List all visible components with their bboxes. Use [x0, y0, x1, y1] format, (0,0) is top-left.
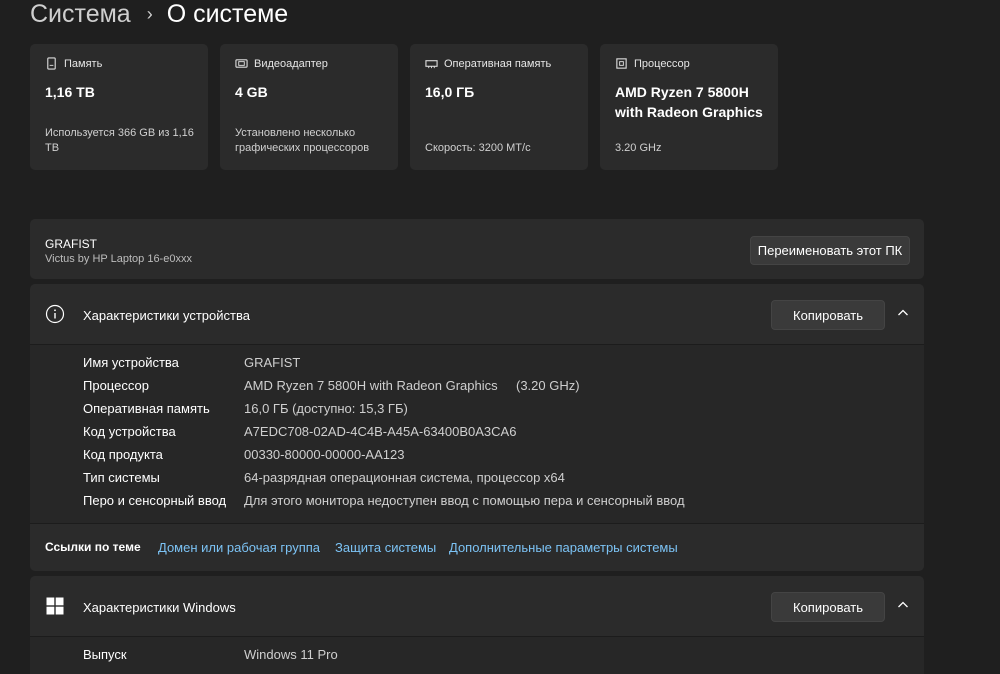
ram-card: Оперативная память 16,0 ГБ Скорость: 320… [410, 44, 588, 170]
windows-logo-icon [46, 597, 64, 615]
spec-value: AMD Ryzen 7 5800H with Radeon Graphics [244, 378, 498, 393]
spec-row: Код устройства A7EDC708-02AD-4C4B-A45A-6… [83, 424, 903, 444]
card-value: AMD Ryzen 7 5800H with Radeon Graphics [615, 84, 763, 120]
chevron-up-icon[interactable] [897, 599, 909, 611]
spec-value: Windows 11 Pro [244, 647, 338, 662]
spec-label: Оперативная память [83, 401, 210, 416]
link-system-protection[interactable]: Защита системы [335, 540, 436, 555]
spec-row: Процессор AMD Ryzen 7 5800H with Radeon … [83, 378, 903, 398]
card-sub: Скорость: 3200 MT/с [425, 142, 531, 154]
copy-windows-specs-button[interactable]: Копировать [771, 592, 885, 622]
breadcrumb-parent[interactable]: Система [30, 1, 131, 27]
spec-extra: (3.20 GHz) [516, 378, 580, 393]
spec-value: A7EDC708-02AD-4C4B-A45A-63400B0A3CA6 [244, 424, 517, 439]
spec-label: Имя устройства [83, 355, 179, 370]
spec-value: Для этого монитора недоступен ввод с пом… [244, 493, 685, 508]
breadcrumb: Система › О системе [30, 0, 288, 34]
card-sub: Используется 366 GB из 1,16 TB [45, 127, 194, 154]
storage-card: Память 1,16 TB Используется 366 GB из 1,… [30, 44, 208, 170]
windows-specs-header[interactable]: Характеристики Windows Копировать [30, 576, 924, 636]
spec-row: Оперативная память 16,0 ГБ (доступно: 15… [83, 401, 903, 421]
spec-label: Перо и сенсорный ввод [83, 493, 227, 508]
spec-row: Перо и сенсорный ввод Для этого монитора… [83, 493, 903, 513]
page-title: О системе [166, 0, 289, 28]
card-value: 4 GB [235, 84, 268, 100]
storage-icon [47, 57, 56, 70]
spec-row: Имя устройства GRAFIST [83, 355, 903, 375]
about-system-page: Система › О системе Память 1,16 TB Испол… [0, 0, 1000, 674]
card-title: Память [64, 57, 103, 70]
spec-label: Тип системы [83, 470, 160, 485]
spec-label: Процессор [83, 378, 149, 393]
section-title: Характеристики Windows [83, 600, 236, 615]
card-sub: 3.20 GHz [615, 142, 662, 154]
breadcrumb-separator: › [146, 4, 153, 24]
spec-row: Код продукта 00330-80000-00000-AA123 [83, 447, 903, 467]
related-links-title: Ссылки по теме [45, 540, 141, 554]
device-name-bar: GRAFIST Victus by HP Laptop 16-e0xxx Пер… [30, 219, 924, 279]
link-advanced-system-settings[interactable]: Дополнительные параметры системы [449, 540, 678, 555]
card-title: Оперативная память [444, 57, 552, 70]
spec-value: 16,0 ГБ (доступно: 15,3 ГБ) [244, 401, 408, 416]
device-specs-header[interactable]: Характеристики устройства Копировать [30, 284, 924, 344]
summary-cards: Память 1,16 TB Используется 366 GB из 1,… [30, 44, 778, 170]
spec-label: Выпуск [83, 647, 127, 662]
spec-value: 64-разрядная операционная система, проце… [244, 470, 565, 485]
section-title: Характеристики устройства [83, 308, 250, 323]
spec-label: Код продукта [83, 447, 163, 462]
cpu-icon [616, 58, 627, 69]
ram-icon [425, 60, 438, 69]
card-title: Видеоадаптер [254, 57, 328, 70]
gpu-card: Видеоадаптер 4 GB Установлено несколько … [220, 44, 398, 170]
card-title: Процессор [634, 57, 690, 70]
card-value: 16,0 ГБ [425, 84, 475, 100]
card-sub: Установлено несколько графических процес… [235, 127, 370, 154]
device-specs-body: Имя устройства GRAFIST Процессор AMD Ryz… [30, 344, 924, 523]
copy-device-specs-button[interactable]: Копировать [771, 300, 885, 330]
spec-value: GRAFIST [244, 355, 301, 370]
related-links: Ссылки по теме Домен или рабочая группа … [30, 523, 924, 571]
spec-row: Тип системы 64-разрядная операционная си… [83, 470, 903, 490]
spec-row: Выпуск Windows 11 Pro [83, 647, 903, 667]
windows-specs-body: Выпуск Windows 11 Pro [30, 636, 924, 674]
rename-pc-button[interactable]: Переименовать этот ПК [750, 236, 910, 265]
spec-label: Код устройства [83, 424, 176, 439]
chevron-up-icon[interactable] [897, 307, 909, 319]
link-domain-workgroup[interactable]: Домен или рабочая группа [158, 540, 320, 555]
cpu-card: Процессор AMD Ryzen 7 5800H with Radeon … [600, 44, 778, 170]
info-icon [45, 304, 65, 324]
device-model: Victus by HP Laptop 16-e0xxx [45, 253, 192, 265]
device-name: GRAFIST [45, 237, 98, 251]
card-value: 1,16 TB [45, 84, 95, 100]
gpu-icon [235, 59, 248, 68]
spec-value: 00330-80000-00000-AA123 [244, 447, 405, 462]
